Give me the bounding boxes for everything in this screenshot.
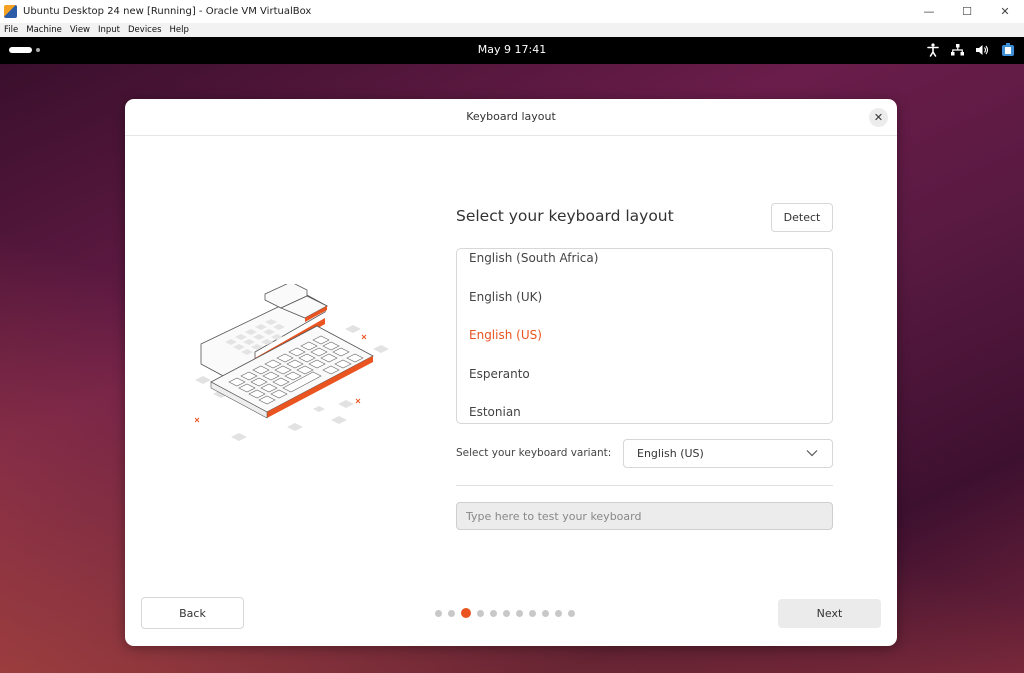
variant-selected-value: English (US) — [637, 447, 704, 460]
progress-dot — [435, 609, 442, 617]
keyboard-test-input[interactable] — [456, 502, 833, 530]
network-icon[interactable] — [951, 42, 964, 58]
minimize-button[interactable]: — — [910, 0, 948, 23]
menu-help[interactable]: Help — [166, 25, 193, 35]
progress-dot-current — [461, 608, 471, 618]
detect-button[interactable]: Detect — [771, 203, 833, 232]
system-tray[interactable] — [927, 42, 1015, 58]
list-item-english-us[interactable]: English (US) — [469, 328, 542, 342]
keyboard-layout-dialog: Keyboard layout ✕ Select your keyboard l… — [125, 99, 897, 646]
virtualbox-logo-icon — [4, 5, 17, 18]
progress-dot — [568, 609, 575, 617]
dialog-title: Keyboard layout — [466, 110, 556, 123]
keyboard-layout-list[interactable]: English (South Africa) English (UK) Engl… — [456, 248, 833, 424]
volume-icon[interactable] — [976, 42, 989, 58]
dialog-header: Keyboard layout ✕ — [125, 99, 897, 136]
progress-dot — [555, 609, 562, 617]
menu-devices[interactable]: Devices — [124, 25, 166, 35]
close-icon: ✕ — [873, 111, 884, 124]
progress-dot — [477, 609, 484, 617]
maximize-button[interactable]: ☐ — [948, 0, 986, 23]
keyboard-variant-dropdown[interactable]: English (US) — [623, 439, 833, 468]
divider — [456, 485, 833, 486]
host-window-controls: — ☐ ✕ — [910, 0, 1024, 23]
host-window-title: Ubuntu Desktop 24 new [Running] - Oracle… — [23, 6, 312, 17]
gnome-topbar: May 9 17:41 — [0, 37, 1024, 64]
progress-dot — [503, 609, 510, 617]
host-menubar: File Machine View Input Devices Help — [0, 23, 1024, 37]
progress-dot — [490, 609, 497, 617]
progress-dot — [542, 609, 549, 617]
close-window-button[interactable]: ✕ — [986, 0, 1024, 23]
page-heading: Select your keyboard layout — [456, 207, 674, 225]
list-item-estonian[interactable]: Estonian — [469, 405, 521, 419]
menu-view[interactable]: View — [66, 25, 94, 35]
menu-file[interactable]: File — [0, 25, 22, 35]
back-button[interactable]: Back — [141, 597, 244, 629]
list-item-esperanto[interactable]: Esperanto — [469, 367, 530, 381]
step-progress-indicator — [435, 608, 575, 618]
host-titlebar: Ubuntu Desktop 24 new [Running] - Oracle… — [0, 0, 1024, 23]
menu-machine[interactable]: Machine — [22, 25, 66, 35]
clock[interactable]: May 9 17:41 — [0, 43, 1024, 56]
chevron-down-icon — [806, 450, 818, 457]
variant-label: Select your keyboard variant: — [456, 447, 612, 459]
battery-icon[interactable] — [1001, 42, 1015, 58]
next-button[interactable]: Next — [778, 599, 881, 628]
menu-input[interactable]: Input — [94, 25, 124, 35]
progress-dot — [529, 609, 536, 617]
progress-dot — [516, 609, 523, 617]
list-item-english-uk[interactable]: English (UK) — [469, 290, 542, 304]
list-item-english-south-africa[interactable]: English (South Africa) — [469, 251, 598, 265]
keyboard-illustration — [195, 284, 389, 441]
progress-dot — [448, 609, 455, 617]
close-dialog-button[interactable]: ✕ — [869, 108, 888, 127]
accessibility-icon[interactable] — [927, 42, 939, 58]
